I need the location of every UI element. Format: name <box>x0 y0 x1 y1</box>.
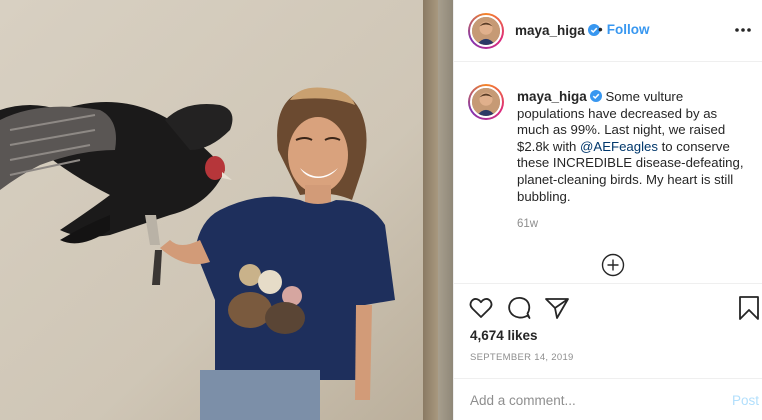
post-comment-button[interactable]: Post <box>732 393 759 408</box>
post-header: maya_higa • Follow <box>454 0 762 62</box>
post-caption: maya_higa Some vulture populations have … <box>454 62 762 284</box>
heart-icon[interactable] <box>468 295 494 321</box>
avatar[interactable] <box>468 13 504 49</box>
more-options-icon[interactable] <box>733 22 753 38</box>
post-photo[interactable] <box>0 0 453 420</box>
comment-bar: Add a comment... Post <box>454 378 762 420</box>
post-side-panel: maya_higa • Follow maya_higa Some vultur… <box>453 0 762 420</box>
post-image <box>0 0 453 420</box>
comment-icon[interactable] <box>506 295 532 321</box>
caption-avatar[interactable] <box>468 84 504 120</box>
verified-badge-icon <box>589 90 602 102</box>
follow-button[interactable]: • Follow <box>598 22 649 37</box>
comment-input[interactable]: Add a comment... <box>470 393 576 408</box>
paper-plane-icon[interactable] <box>544 295 570 321</box>
plus-circle-icon[interactable] <box>601 253 625 277</box>
follow-label[interactable]: Follow <box>607 22 650 37</box>
caption-time-ago[interactable]: 61w <box>517 218 538 230</box>
caption-username[interactable]: maya_higa <box>517 89 587 104</box>
post-date: SEPTEMBER 14, 2019 <box>470 352 574 363</box>
bookmark-icon[interactable] <box>736 295 762 321</box>
mention-link[interactable]: @AEFeagles <box>580 139 658 154</box>
action-bar <box>454 285 762 325</box>
header-username[interactable]: maya_higa <box>515 23 600 38</box>
likes-count[interactable]: 4,674 likes <box>470 328 538 343</box>
separator-dot: • <box>598 22 603 37</box>
caption-text: maya_higa Some vulture populations have … <box>517 89 749 205</box>
